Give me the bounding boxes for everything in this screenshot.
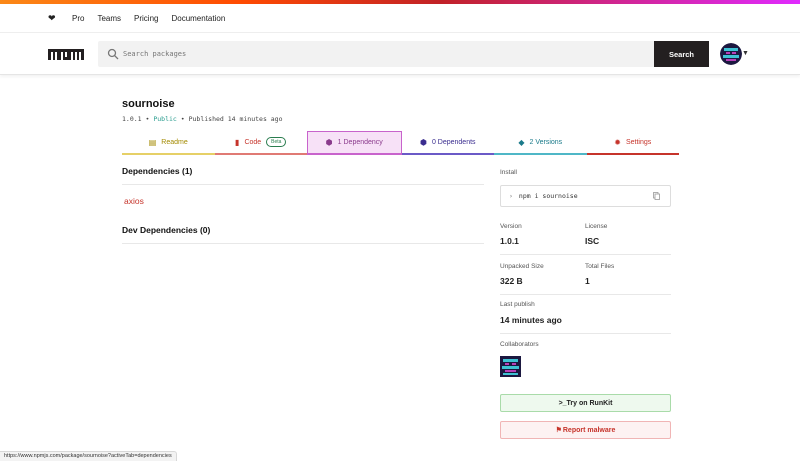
total-files-value: 1	[585, 276, 590, 286]
tab-settings[interactable]: ✹ Settings	[586, 131, 679, 155]
nav-link-pricing[interactable]: Pricing	[134, 14, 158, 23]
tab-dependents[interactable]: ⬢ 0 Dependents	[401, 131, 494, 155]
package-published: Published 14 minutes ago	[188, 115, 283, 123]
top-nav: ❤ Pro Teams Pricing Documentation	[0, 4, 800, 32]
dependencies-heading: Dependencies (1)	[122, 166, 193, 176]
try-runkit-button[interactable]: >_Try on RunKit	[500, 394, 671, 412]
total-files-label: Total Files	[585, 263, 615, 270]
status-bar-url: https://www.npmjs.com/package/sournoise?…	[0, 451, 177, 461]
license-value: ISC	[585, 236, 600, 246]
tab-readme[interactable]: ▤ Readme	[122, 131, 215, 155]
nav-link-teams[interactable]: Teams	[97, 14, 121, 23]
install-command-box[interactable]: › npm i sournoise	[500, 185, 671, 207]
package-tabs: ▤ Readme ▮ Code Beta ⬢ 1 Dependency ⬢ 0 …	[122, 131, 679, 155]
npm-logo[interactable]	[48, 48, 84, 61]
package-meta: 1.0.1 • Public • Published 14 minutes ag…	[122, 115, 283, 123]
heart-icon: ❤	[48, 12, 56, 23]
readme-icon: ▤	[148, 137, 157, 147]
search-box	[98, 41, 654, 67]
meta-separator: •	[145, 115, 150, 123]
tab-label: Readme	[161, 138, 188, 146]
nav-link-pro[interactable]: Pro	[72, 14, 84, 23]
tab-dependencies[interactable]: ⬢ 1 Dependency	[307, 131, 402, 155]
install-label: Install	[500, 169, 517, 176]
flag-icon: ⚑	[555, 427, 562, 434]
divider	[500, 294, 671, 295]
divider	[500, 254, 671, 255]
beta-badge: Beta	[266, 137, 287, 147]
package-title: sournoise	[122, 98, 175, 110]
unpacked-size-value: 322 B	[500, 276, 523, 286]
dependents-icon: ⬢	[419, 137, 427, 147]
dependency-icon: ⬢	[325, 138, 333, 147]
search-input[interactable]	[123, 50, 523, 58]
copy-icon[interactable]	[653, 192, 660, 200]
versions-icon: ◆	[518, 137, 525, 147]
dev-dependencies-heading: Dev Dependencies (0)	[122, 225, 211, 235]
main-header: Search ▼	[0, 32, 800, 75]
tab-label: Code	[244, 138, 262, 146]
meta-separator: •	[180, 115, 185, 123]
tab-label: Settings	[625, 138, 652, 146]
package-version: 1.0.1	[122, 115, 142, 123]
divider	[122, 184, 484, 185]
divider	[122, 243, 484, 244]
dependency-link-axios[interactable]: axios	[124, 196, 144, 206]
tab-versions[interactable]: ◆ 2 Versions	[494, 131, 587, 155]
install-command: npm i sournoise	[518, 192, 578, 200]
version-label: Version	[500, 223, 522, 230]
settings-icon: ✹	[614, 137, 621, 147]
nav-link-documentation[interactable]: Documentation	[171, 14, 225, 23]
license-label: License	[585, 223, 608, 230]
package-visibility: Public	[153, 115, 177, 123]
version-value: 1.0.1	[500, 236, 519, 246]
code-icon: ▮	[235, 137, 240, 147]
tab-label: 1 Dependency	[337, 139, 383, 146]
unpacked-size-label: Unpacked Size	[500, 263, 544, 270]
tab-code[interactable]: ▮ Code Beta	[214, 131, 307, 155]
last-publish-label: Last publish	[500, 301, 535, 308]
tab-label: 2 Versions	[529, 138, 563, 146]
chevron-down-icon[interactable]: ▼	[742, 50, 749, 57]
user-avatar[interactable]	[720, 43, 742, 65]
collaborators-label: Collaborators	[500, 341, 539, 348]
last-publish-value: 14 minutes ago	[500, 315, 562, 325]
report-malware-button[interactable]: ⚑ Report malware	[500, 421, 671, 439]
tab-label: 0 Dependents	[431, 138, 476, 146]
divider	[500, 333, 671, 334]
search-button[interactable]: Search	[654, 41, 709, 67]
collaborator-avatar[interactable]	[500, 356, 521, 377]
search-icon	[107, 48, 119, 60]
chevron-right-icon: ›	[509, 192, 513, 200]
report-malware-label: Report malware	[562, 426, 616, 434]
